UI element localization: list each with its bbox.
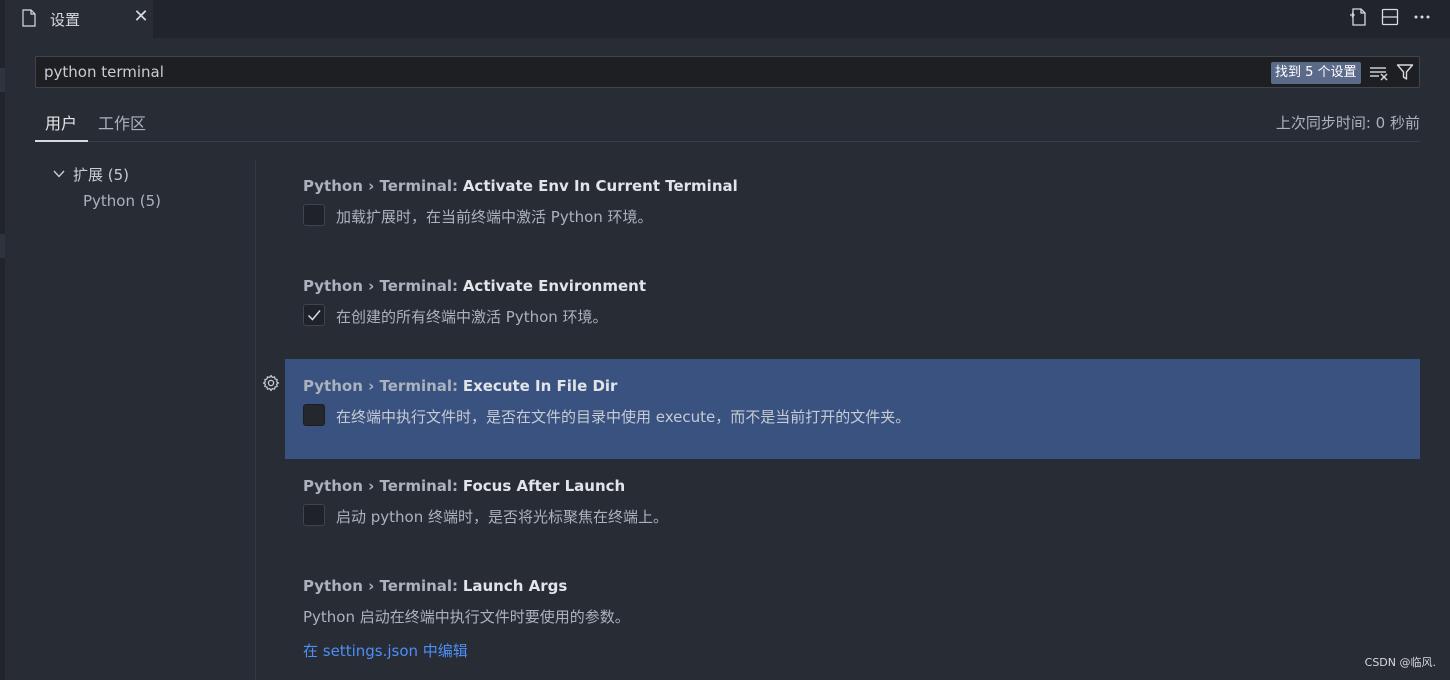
tab-title: 设置 bbox=[50, 11, 81, 29]
setting-item-activate-environment: Python › Terminal: Activate Environment … bbox=[285, 259, 1420, 359]
toc-item-python[interactable]: Python (5) bbox=[83, 192, 161, 210]
split-editor-icon[interactable] bbox=[1380, 7, 1400, 27]
setting-name: Execute In File Dir bbox=[462, 377, 618, 395]
setting-category: Python › Terminal: bbox=[303, 577, 459, 595]
clear-filter-icon[interactable] bbox=[1369, 64, 1389, 82]
gear-icon[interactable] bbox=[262, 374, 280, 392]
tab-workspace[interactable]: 工作区 bbox=[98, 110, 146, 134]
setting-description: 在创建的所有终端中激活 Python 环境。 bbox=[336, 308, 608, 326]
setting-title: Python › Terminal: Activate Env In Curre… bbox=[303, 177, 738, 195]
setting-category: Python › Terminal: bbox=[303, 277, 459, 295]
close-icon[interactable]: ✕ bbox=[132, 8, 150, 26]
setting-name: Activate Env In Current Terminal bbox=[462, 177, 738, 195]
setting-description: 启动 python 终端时，是否将光标聚焦在终端上。 bbox=[336, 508, 669, 526]
setting-title: Python › Terminal: Activate Environment bbox=[303, 277, 646, 295]
filter-icon[interactable] bbox=[1396, 63, 1414, 81]
setting-name: Focus After Launch bbox=[462, 477, 626, 495]
setting-name: Activate Environment bbox=[462, 277, 646, 295]
search-result-count-badge: 找到 5 个设置 bbox=[1271, 62, 1361, 84]
setting-checkbox[interactable] bbox=[303, 204, 325, 226]
setting-name: Launch Args bbox=[462, 577, 568, 595]
setting-checkbox[interactable] bbox=[303, 304, 325, 326]
setting-item-activate-env-in-current-terminal: Python › Terminal: Activate Env In Curre… bbox=[285, 159, 1420, 259]
editor-tab-bar: 设置 ✕ bbox=[0, 0, 1450, 38]
settings-tab[interactable]: 设置 ✕ bbox=[5, 0, 153, 38]
activity-edge bbox=[0, 38, 5, 680]
setting-description: 加载扩展时，在当前终端中激活 Python 环境。 bbox=[336, 208, 653, 226]
setting-checkbox[interactable] bbox=[303, 404, 325, 426]
settings-toc: 扩展 (5) Python (5) bbox=[35, 160, 255, 680]
setting-checkbox[interactable] bbox=[303, 504, 325, 526]
toc-divider bbox=[255, 160, 256, 680]
more-actions-icon[interactable] bbox=[1412, 7, 1432, 27]
file-icon bbox=[22, 9, 36, 27]
check-icon bbox=[307, 310, 321, 321]
setting-category: Python › Terminal: bbox=[303, 177, 459, 195]
settings-scope-bar: 用户 工作区 上次同步时间: 0 秒前 bbox=[35, 104, 1420, 142]
setting-item-execute-in-file-dir: Python › Terminal: Execute In File Dir 在… bbox=[285, 359, 1420, 459]
watermark: CSDN @临风. bbox=[1364, 656, 1436, 669]
tab-user[interactable]: 用户 bbox=[45, 110, 77, 134]
setting-description: 在终端中执行文件时，是否在文件的目录中使用 execute，而不是当前打开的文件… bbox=[336, 408, 911, 426]
setting-category: Python › Terminal: bbox=[303, 477, 459, 495]
settings-search-input[interactable] bbox=[44, 57, 1244, 87]
setting-item-launch-args: Python › Terminal: Launch Args Python 启动… bbox=[285, 559, 1420, 680]
edge-marker bbox=[0, 234, 5, 258]
chevron-down-icon[interactable] bbox=[52, 167, 66, 181]
setting-title: Python › Terminal: Execute In File Dir bbox=[303, 377, 617, 395]
setting-title: Python › Terminal: Focus After Launch bbox=[303, 477, 625, 495]
setting-item-focus-after-launch: Python › Terminal: Focus After Launch 启动… bbox=[285, 459, 1420, 559]
toc-item-extensions[interactable]: 扩展 (5) bbox=[73, 164, 129, 185]
setting-category: Python › Terminal: bbox=[303, 377, 459, 395]
open-settings-json-icon[interactable] bbox=[1348, 7, 1368, 27]
active-tab-indicator bbox=[35, 140, 88, 142]
setting-description: Python 启动在终端中执行文件时要使用的参数。 bbox=[303, 608, 630, 626]
last-sync-time: 上次同步时间: 0 秒前 bbox=[1275, 114, 1420, 132]
settings-search-box: 找到 5 个设置 bbox=[35, 56, 1420, 88]
edge-marker bbox=[0, 68, 5, 92]
edit-in-settings-json-link[interactable]: 在 settings.json 中编辑 bbox=[303, 640, 468, 661]
setting-title: Python › Terminal: Launch Args bbox=[303, 577, 567, 595]
